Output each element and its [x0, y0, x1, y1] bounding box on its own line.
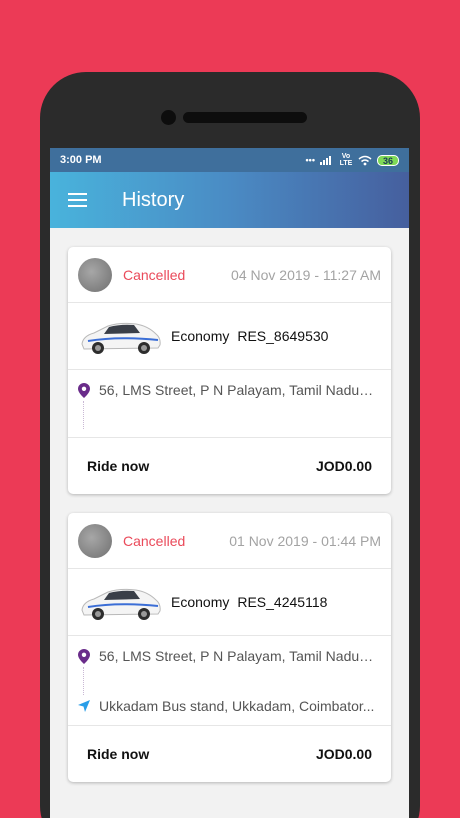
ride-price: JOD0.00: [315, 746, 372, 762]
app-screen: 3:00 PM ••• Vo LTE 36 History Cancelled …: [50, 148, 409, 818]
location-pin-icon: [78, 382, 90, 398]
ride-locations: 56, LMS Street, P N Palayam, Tamil Nadu,…: [68, 636, 391, 726]
ride-status: Cancelled: [123, 532, 186, 549]
ride-card-header: Cancelled 04 Nov 2019 - 11:27 AM: [68, 247, 391, 303]
car-type: Economy: [171, 594, 230, 610]
ride-date: 01 Nov 2019 - 01:44 PM: [229, 532, 381, 549]
driver-avatar: [78, 257, 112, 292]
ride-status: Cancelled: [123, 266, 186, 283]
signal-icon: [319, 156, 331, 165]
pickup-address: 56, LMS Street, P N Palayam, Tamil Nadu,…: [99, 648, 377, 664]
ride-card-footer: Ride now JOD0.00: [68, 726, 391, 782]
status-bar: 3:00 PM ••• Vo LTE 36: [50, 148, 409, 172]
hamburger-menu-icon[interactable]: [50, 172, 106, 228]
ride-car-info: Economy RES_4245118: [68, 569, 391, 636]
page-title: History: [122, 188, 185, 211]
front-camera: [161, 110, 176, 125]
route-connector: [83, 667, 84, 695]
app-toolbar: History: [50, 172, 409, 228]
location-pin-icon: [78, 648, 90, 664]
pickup-location: 56, LMS Street, P N Palayam, Tamil Nadu,…: [78, 645, 381, 667]
drop-address: Ukkadam Bus stand, Ukkadam, Coimbator...: [99, 698, 375, 714]
pickup-address: 56, LMS Street, P N Palayam, Tamil Nadu,…: [99, 382, 377, 398]
ride-date: 04 Nov 2019 - 11:27 AM: [231, 266, 381, 283]
drop-location: Ukkadam Bus stand, Ukkadam, Coimbator...: [78, 695, 381, 717]
navigation-arrow-icon: [78, 699, 90, 712]
ride-card-footer: Ride now JOD0.00: [68, 438, 391, 494]
ride-car-info: Economy RES_8649530: [68, 303, 391, 370]
ride-card[interactable]: Cancelled 04 Nov 2019 - 11:27 AM Economy…: [68, 247, 391, 494]
route-connector: [83, 401, 84, 429]
ride-price: JOD0.00: [315, 458, 372, 474]
car-image: [81, 588, 161, 620]
wifi-icon: [358, 155, 372, 165]
ride-card-header: Cancelled 01 Nov 2019 - 01:44 PM: [68, 513, 391, 569]
driver-avatar: [78, 523, 112, 558]
ride-id: RES_8649530: [237, 328, 329, 344]
status-icons: ••• Vo LTE 36: [306, 153, 399, 167]
earpiece-speaker: [183, 112, 307, 123]
ride-type-label: Ride now: [87, 458, 150, 474]
ride-type-label: Ride now: [87, 746, 150, 762]
pickup-location: 56, LMS Street, P N Palayam, Tamil Nadu,…: [78, 379, 381, 401]
ride-id: RES_4245118: [237, 594, 328, 610]
car-type: Economy: [171, 328, 230, 344]
ride-locations: 56, LMS Street, P N Palayam, Tamil Nadu,…: [68, 370, 391, 438]
status-time: 3:00 PM: [60, 154, 102, 166]
car-image: [81, 322, 161, 354]
network-label: Vo LTE: [339, 153, 353, 167]
ride-card[interactable]: Cancelled 01 Nov 2019 - 01:44 PM Economy…: [68, 513, 391, 782]
battery-indicator: 36: [376, 154, 399, 166]
ride-history-list: Cancelled 04 Nov 2019 - 11:27 AM Economy…: [50, 228, 409, 782]
dots-icon: •••: [305, 155, 315, 165]
